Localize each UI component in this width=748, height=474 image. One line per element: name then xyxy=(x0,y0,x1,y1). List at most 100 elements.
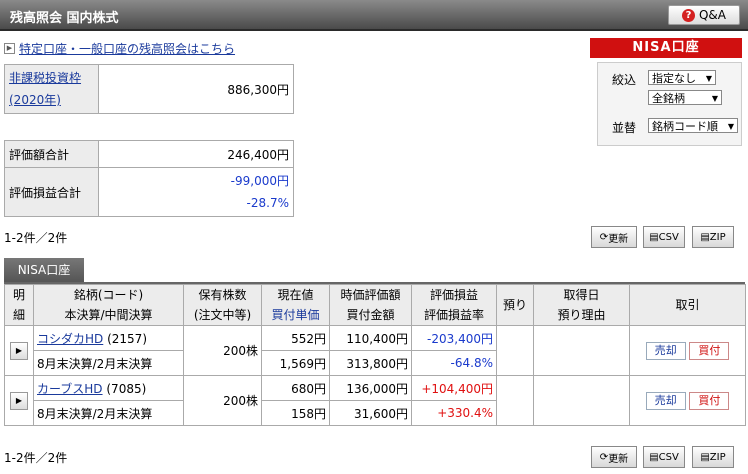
purchase-unit-price: 1,569円 xyxy=(261,350,330,376)
filter-panel: 絞込 指定なし ▼ 全銘柄 ▼ 並替 銘柄コード順 ▼ xyxy=(597,62,742,146)
col-eval-2: 買付金額 xyxy=(346,308,395,322)
result-count-top: 1-2件／2件 xyxy=(4,231,68,245)
csv-icon: ▤ xyxy=(649,231,659,243)
dropdown-arrow-icon: ▼ xyxy=(727,122,734,131)
nisa-account-header: NISA口座 xyxy=(590,38,742,58)
col-price-2: 買付単価 xyxy=(271,308,320,322)
acquisition-cell xyxy=(533,375,630,426)
expand-row-button[interactable]: ▶ xyxy=(10,391,28,410)
col-deposit: 預り xyxy=(496,284,534,326)
refresh-label: 更新 xyxy=(608,453,629,465)
tab-nisa[interactable]: NISA口座 xyxy=(4,258,84,282)
pl-total-label: 評価損益合計 xyxy=(4,167,99,217)
col-qty-1: 保有株数 xyxy=(198,288,247,302)
col-eval-1: 時価評価額 xyxy=(340,288,401,302)
purchase-amount: 313,800円 xyxy=(329,350,412,376)
tax-free-label: 非課税投資枠 (2020年) xyxy=(4,64,99,114)
buy-button[interactable]: 買付 xyxy=(689,341,730,360)
question-icon: ? xyxy=(681,8,695,22)
sort-label: 並替 xyxy=(612,121,637,135)
zip-label: ZIP xyxy=(709,231,726,243)
qa-label: Q&A xyxy=(698,8,726,22)
stock-code: (7085) xyxy=(106,381,147,396)
sort-select[interactable]: 銘柄コード順 ▼ xyxy=(648,118,738,133)
refresh-button[interactable]: ⟳ 更新 xyxy=(591,226,637,248)
stock-select[interactable]: 全銘柄 ▼ xyxy=(648,90,722,105)
stock-code: (2157) xyxy=(107,331,147,346)
col-name-1: 銘柄(コード) xyxy=(73,288,144,302)
buy-button[interactable]: 買付 xyxy=(689,391,730,410)
csv-label: CSV xyxy=(658,451,679,463)
market-value: 136,000円 xyxy=(329,375,412,401)
unrealized-pl-pct: +330.4% xyxy=(411,400,497,426)
stock-name-link[interactable]: コシダカHD xyxy=(37,332,103,346)
refresh-button-bottom[interactable]: ⟳ 更新 xyxy=(591,446,637,468)
zip-icon: ▤ xyxy=(700,451,710,463)
eval-total-value: 246,400円 xyxy=(98,140,294,168)
result-count-bottom: 1-2件／2件 xyxy=(4,451,68,465)
col-detail-1: 明 xyxy=(12,288,25,302)
zip-icon: ▤ xyxy=(700,231,710,243)
tax-free-year-link[interactable]: (2020年) xyxy=(9,93,61,107)
unrealized-pl: -203,400円 xyxy=(411,325,497,351)
col-qty-2: (注文中等) xyxy=(193,308,252,322)
tax-free-value: 886,300円 xyxy=(98,64,294,114)
dropdown-arrow-icon: ▼ xyxy=(705,74,712,83)
zip-label: ZIP xyxy=(709,451,726,463)
refresh-label: 更新 xyxy=(608,233,629,245)
csv-label: CSV xyxy=(658,231,679,243)
settlement-period: 8月末決算/2月末決算 xyxy=(33,350,184,376)
col-pl-2: 評価損益率 xyxy=(423,308,484,322)
market-value: 110,400円 xyxy=(329,325,412,351)
csv-button[interactable]: ▤ CSV xyxy=(643,226,685,248)
purchase-unit-price: 158円 xyxy=(261,400,330,426)
unrealized-pl-pct: -64.8% xyxy=(411,350,497,376)
holding-qty: 200株 xyxy=(183,375,262,426)
current-price: 680円 xyxy=(261,375,330,401)
col-price-1: 現在値 xyxy=(277,288,314,302)
narrow-select[interactable]: 指定なし ▼ xyxy=(648,70,716,85)
csv-icon: ▤ xyxy=(649,451,659,463)
narrow-select-value: 指定なし xyxy=(652,72,696,85)
arrow-right-icon: ▶ xyxy=(4,43,15,54)
col-acq-2: 預り理由 xyxy=(557,308,606,322)
page-title: 残高照会 国内株式 xyxy=(10,11,119,26)
zip-button-bottom[interactable]: ▤ ZIP xyxy=(692,446,734,468)
pl-total-value: -99,000円 xyxy=(230,174,289,188)
col-pl-1: 評価損益 xyxy=(429,288,478,302)
table-row: ▶ カーブスHD (7085) 200株 680円 136,000円 +104,… xyxy=(4,375,746,426)
current-price: 552円 xyxy=(261,325,330,351)
refresh-icon: ⟳ xyxy=(599,231,609,243)
col-trade: 取引 xyxy=(629,284,746,326)
dropdown-arrow-icon: ▼ xyxy=(711,94,718,103)
stock-select-value: 全銘柄 xyxy=(652,92,685,105)
col-detail-2: 細 xyxy=(12,308,25,322)
sort-select-value: 銘柄コード順 xyxy=(652,120,718,133)
table-header-row: 明細 銘柄(コード) 本決算/中間決算 保有株数 (注文中等) 現在値 買付単価 時価… xyxy=(4,284,746,326)
totals-table: 評価額合計 246,400円 評価損益合計 -99,000円 -28.7% xyxy=(4,140,294,217)
sell-button[interactable]: 売却 xyxy=(645,341,686,360)
account-link-row: ▶ 特定口座・一般口座の残高照会はこちら xyxy=(4,40,235,57)
settlement-period: 8月末決算/2月末決算 xyxy=(33,400,184,426)
unrealized-pl: +104,400円 xyxy=(411,375,497,401)
csv-button-bottom[interactable]: ▤ CSV xyxy=(643,446,685,468)
sell-button[interactable]: 売却 xyxy=(645,391,686,410)
deposit-cell xyxy=(496,375,534,426)
narrow-label: 絞込 xyxy=(612,73,637,87)
col-acq-1: 取得日 xyxy=(563,288,600,302)
holdings-table: 明細 銘柄(コード) 本決算/中間決算 保有株数 (注文中等) 現在値 買付単価 時価… xyxy=(4,284,746,426)
stock-name-link[interactable]: カーブスHD xyxy=(37,382,103,396)
specific-account-link[interactable]: 特定口座・一般口座の残高照会はこちら xyxy=(19,40,235,57)
purchase-amount: 31,600円 xyxy=(329,400,412,426)
tax-free-table: 非課税投資枠 (2020年) 886,300円 xyxy=(4,64,294,114)
qa-button[interactable]: ? Q&A xyxy=(668,5,740,25)
tax-free-link[interactable]: 非課税投資枠 xyxy=(9,71,81,85)
acquisition-cell xyxy=(533,325,630,376)
zip-button[interactable]: ▤ ZIP xyxy=(692,226,734,248)
deposit-cell xyxy=(496,325,534,376)
eval-total-label: 評価額合計 xyxy=(4,140,99,168)
refresh-icon: ⟳ xyxy=(599,451,609,463)
table-row: ▶ コシダカHD (2157) 200株 552円 110,400円 -203,… xyxy=(4,325,746,376)
holding-qty: 200株 xyxy=(183,325,262,376)
expand-row-button[interactable]: ▶ xyxy=(10,341,28,360)
